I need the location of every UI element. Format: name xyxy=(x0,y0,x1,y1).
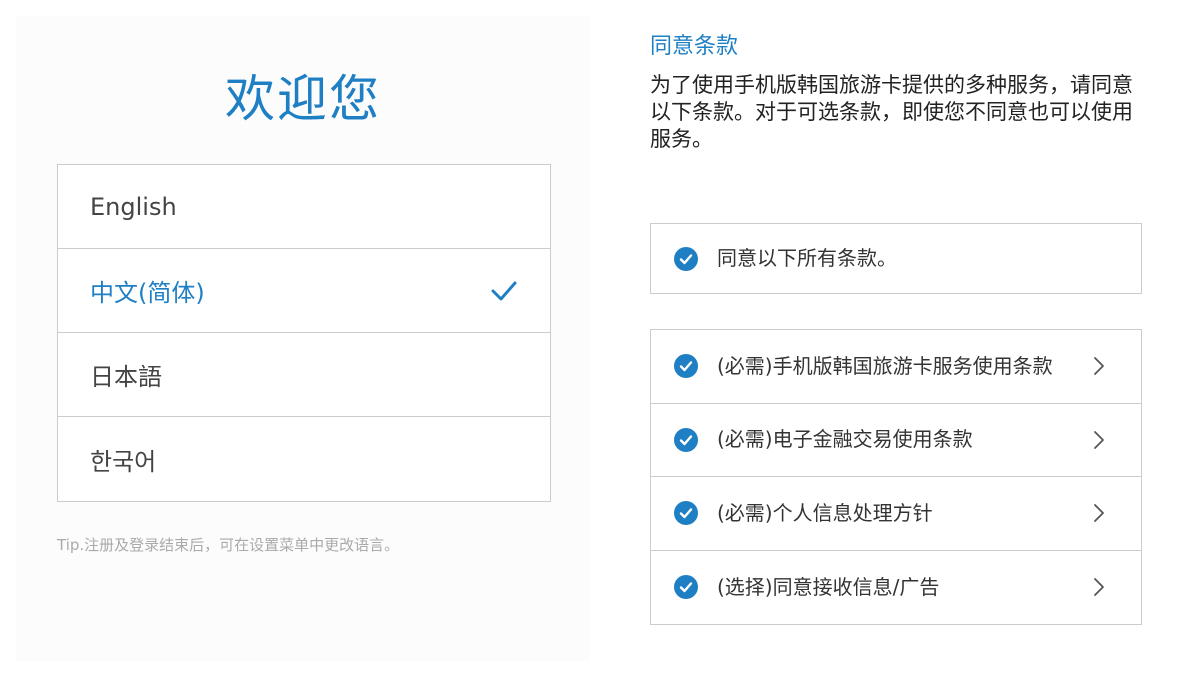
terms-title: 同意条款 xyxy=(650,34,739,59)
term-item-marketing-consent[interactable]: (选择)同意接收信息/广告 xyxy=(651,551,1141,625)
language-option-english[interactable]: English xyxy=(58,165,550,249)
check-circle-icon xyxy=(674,246,698,271)
term-item-service-terms[interactable]: (必需)手机版韩国旅游卡服务使用条款 xyxy=(651,330,1141,404)
check-circle-icon[interactable] xyxy=(674,354,698,379)
term-label: (必需)手机版韩国旅游卡服务使用条款 xyxy=(717,353,1053,378)
check-circle-icon[interactable] xyxy=(674,575,698,600)
language-option-japanese[interactable]: 日本語 xyxy=(58,333,550,417)
language-label: English xyxy=(90,192,177,221)
terms-panel: 同意条款 为了使用手机版韩国旅游卡提供的多种服务，请同意以下条款。对于可选条款，… xyxy=(606,0,1200,675)
terms-description: 为了使用手机版韩国旅游卡提供的多种服务，请同意以下条款。对于可选条款，即使您不同… xyxy=(650,73,1133,151)
chevron-right-icon[interactable] xyxy=(1093,503,1105,523)
language-label: 日本語 xyxy=(90,363,162,391)
check-icon xyxy=(491,281,517,300)
agree-all-label: 同意以下所有条款。 xyxy=(717,246,897,270)
chevron-right-icon[interactable] xyxy=(1093,356,1105,376)
language-list: English 中文(简体) 日本語 한국어 xyxy=(57,164,551,502)
term-label: (选择)同意接收信息/广告 xyxy=(717,574,940,599)
language-tip: Tip.注册及登录结束后，可在设置菜单中更改语言。 xyxy=(57,536,400,554)
check-circle-icon[interactable] xyxy=(674,427,698,452)
terms-list: (必需)手机版韩国旅游卡服务使用条款 (必需)电子金融交易使用条款 (必需)个人… xyxy=(650,329,1142,625)
term-item-financial-transactions[interactable]: (必需)电子金融交易使用条款 xyxy=(651,404,1141,477)
language-label: 中文(简体) xyxy=(90,279,205,307)
language-option-chinese-simplified[interactable]: 中文(简体) xyxy=(58,249,550,333)
term-item-privacy-policy[interactable]: (必需)个人信息处理方针 xyxy=(651,477,1141,551)
welcome-title: 欢迎您 xyxy=(225,70,381,128)
term-label: (必需)电子金融交易使用条款 xyxy=(717,427,973,452)
term-label: (必需)个人信息处理方针 xyxy=(717,500,933,525)
language-panel: 欢迎您 English 中文(简体) 日本語 한국어 Tip.注册及登录结束后，… xyxy=(16,16,590,661)
language-option-korean[interactable]: 한국어 xyxy=(58,417,550,501)
agree-all-checkbox[interactable]: 同意以下所有条款。 xyxy=(650,223,1142,294)
chevron-right-icon[interactable] xyxy=(1093,577,1105,597)
chevron-right-icon[interactable] xyxy=(1093,430,1105,450)
language-label: 한국어 xyxy=(90,447,157,476)
check-circle-icon[interactable] xyxy=(674,501,698,526)
